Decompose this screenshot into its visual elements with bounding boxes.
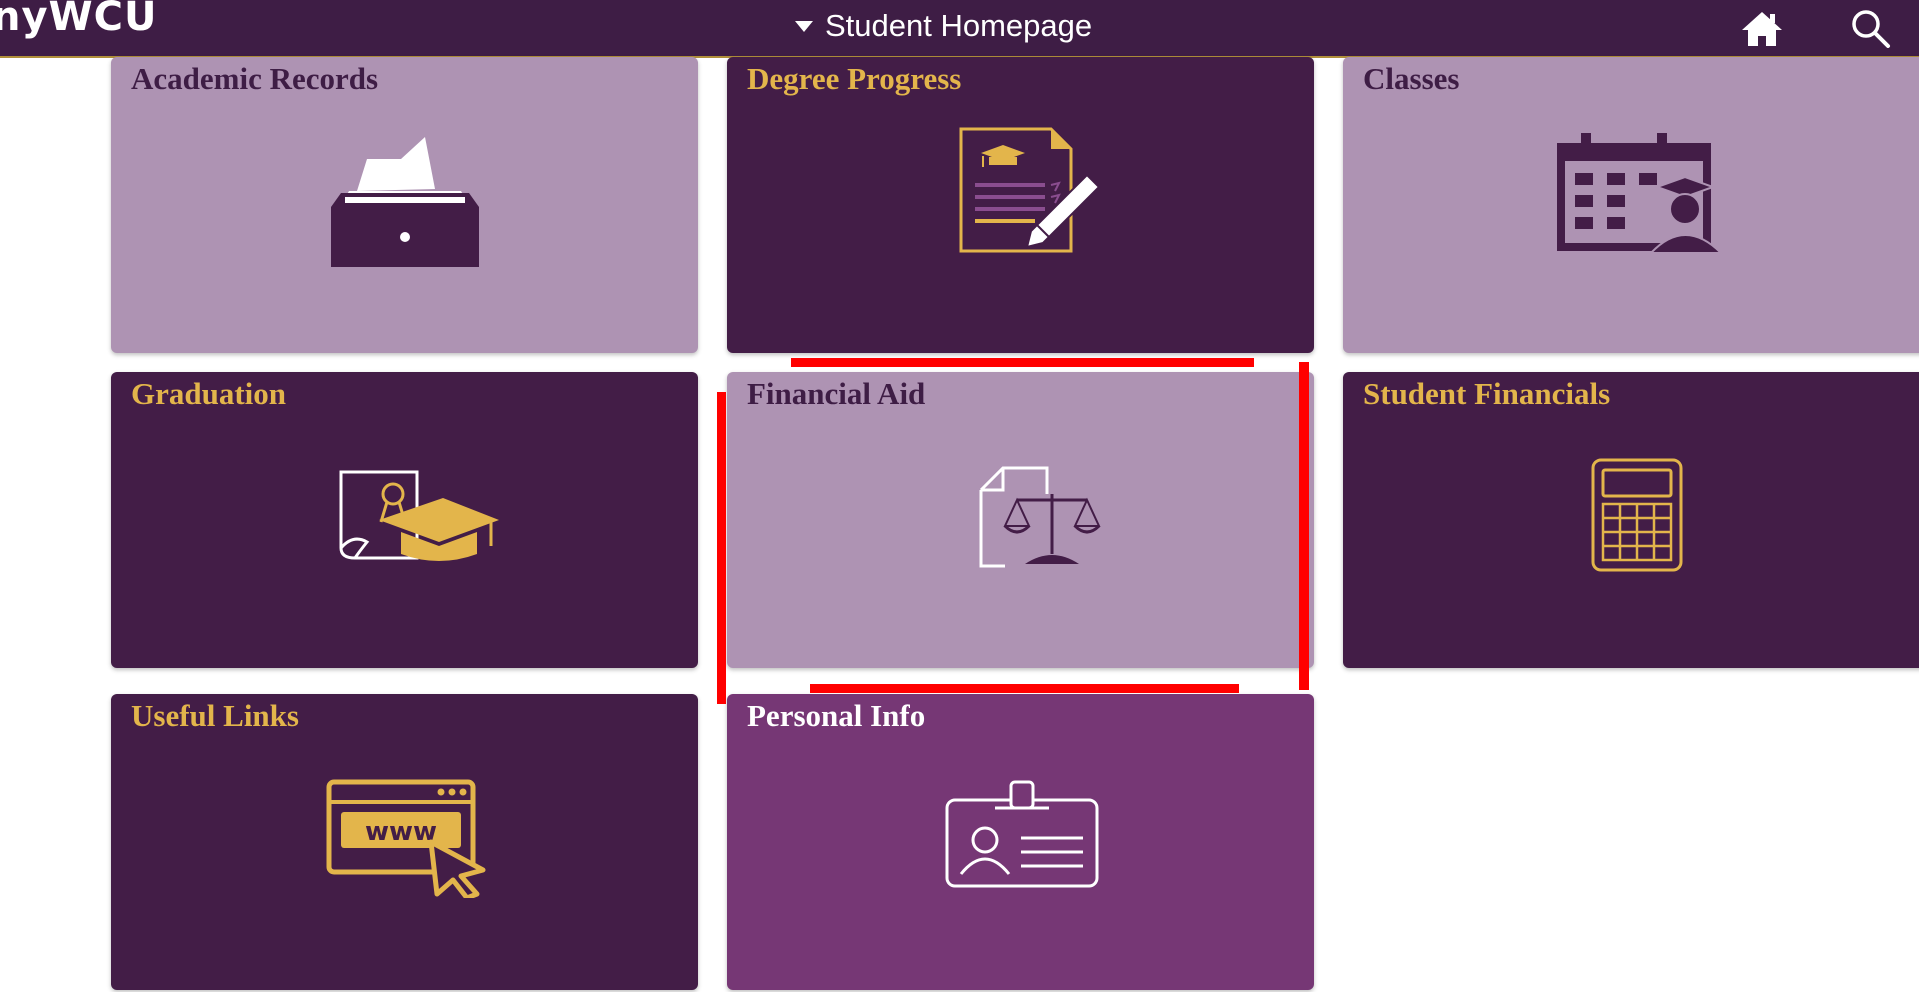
- tile-useful-links[interactable]: Useful Links www: [111, 694, 698, 990]
- tile-student-financials[interactable]: Student Financials: [1343, 372, 1919, 668]
- tile-academic-records[interactable]: Academic Records: [111, 57, 698, 353]
- tile-title: Classes: [1363, 61, 1460, 96]
- tile-title: Student Financials: [1363, 376, 1611, 411]
- page-title: Student Homepage: [825, 8, 1093, 43]
- diploma-cap-icon: [305, 468, 505, 573]
- tile-title: Degree Progress: [747, 61, 962, 96]
- highlight-mark-left: [717, 392, 726, 704]
- tile-classes[interactable]: Classes: [1343, 57, 1919, 353]
- header-bar: nyWCU Student Homepage: [0, 0, 1919, 58]
- calendar-student-icon: [1537, 129, 1737, 264]
- highlight-mark-right: [1299, 362, 1309, 690]
- highlight-mark-top: [791, 358, 1254, 367]
- page-title-dropdown[interactable]: Student Homepage: [795, 8, 1092, 44]
- app-logo[interactable]: nyWCU: [0, 0, 158, 40]
- tile-financial-aid[interactable]: Financial Aid: [727, 372, 1314, 668]
- degree-document-icon: [931, 125, 1111, 260]
- tile-title: Useful Links: [131, 698, 299, 733]
- document-scales-icon: [921, 454, 1121, 579]
- tile-title: Personal Info: [747, 698, 926, 733]
- home-icon[interactable]: [1740, 8, 1784, 48]
- id-badge-icon: [921, 780, 1121, 895]
- tile-personal-info[interactable]: Personal Info: [727, 694, 1314, 990]
- www-cursor-icon: www: [305, 778, 505, 903]
- tile-graduation[interactable]: Graduation: [111, 372, 698, 668]
- tile-title: Academic Records: [131, 61, 379, 96]
- svg-text:www: www: [364, 817, 436, 847]
- calculator-icon: [1587, 458, 1687, 579]
- highlight-mark-bottom: [810, 684, 1239, 693]
- tile-title: Graduation: [131, 376, 287, 411]
- caret-down-icon: [795, 20, 813, 32]
- tile-title: Financial Aid: [747, 376, 926, 411]
- tile-degree-progress[interactable]: Degree Progress: [727, 57, 1314, 353]
- file-drawer-icon: [305, 129, 505, 274]
- search-icon[interactable]: [1848, 8, 1892, 48]
